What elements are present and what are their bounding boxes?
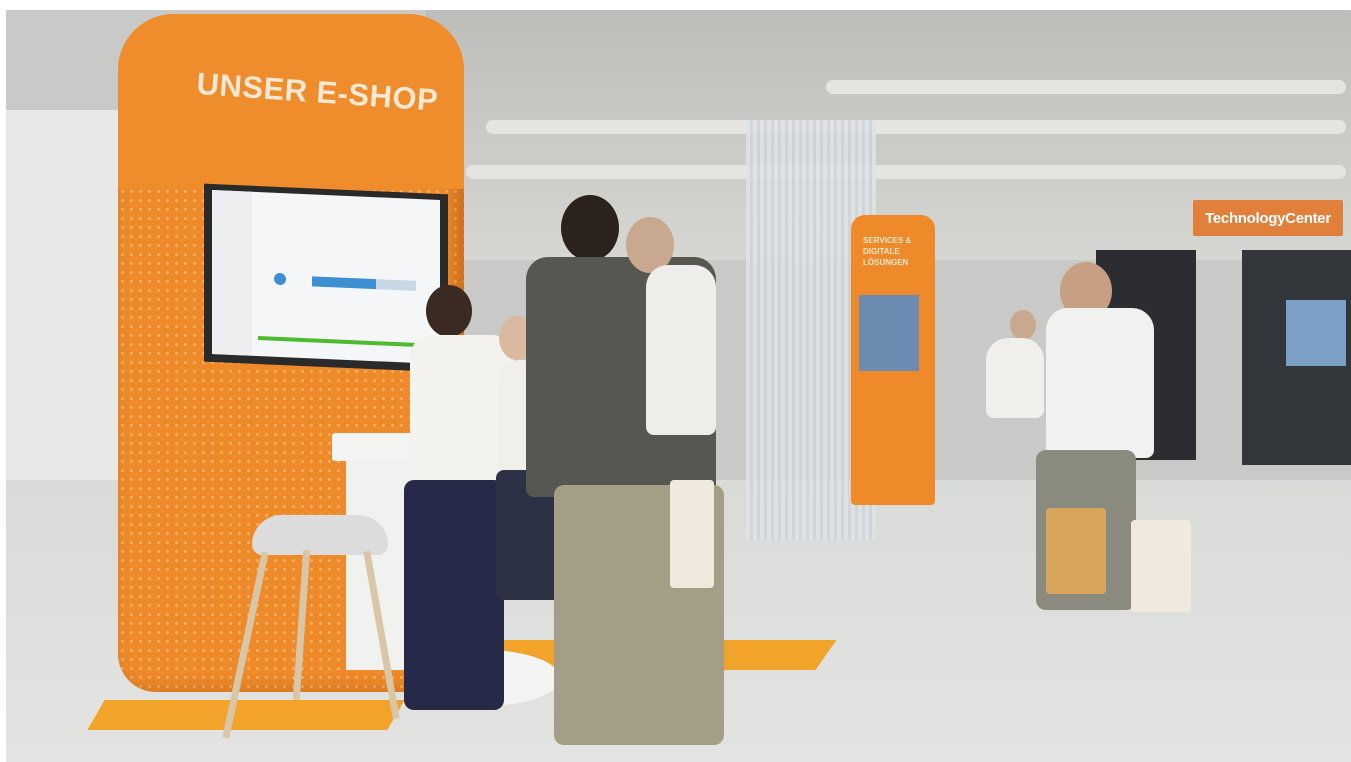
- head: [426, 285, 472, 337]
- torso: [646, 265, 716, 435]
- left-wall: [6, 110, 118, 510]
- technology-center-sign: TechnologyCenter: [1193, 200, 1343, 236]
- photo: SERVICES & DIGITALE LÖSUNGEN TechnologyCe…: [6, 10, 1351, 762]
- ceiling-duct: [486, 120, 1346, 134]
- screen-content: [212, 190, 440, 364]
- wall-screen: [1286, 300, 1346, 366]
- head: [1010, 310, 1036, 340]
- legs: [404, 480, 504, 710]
- booth-text: SERVICES & DIGITALE LÖSUNGEN: [863, 236, 912, 267]
- head: [561, 195, 619, 261]
- screen-sidebar: [212, 190, 252, 356]
- torso: [1046, 308, 1154, 458]
- technology-center-label: TechnologyCenter: [1205, 209, 1331, 227]
- ceiling-duct: [826, 80, 1346, 94]
- tote-bag: [1131, 520, 1191, 612]
- screen-progress-track: [376, 279, 416, 291]
- secondary-booth: SERVICES & DIGITALE LÖSUNGEN: [851, 215, 935, 505]
- screen-progress-fill: [312, 276, 376, 290]
- stool-seat: [252, 515, 388, 555]
- booth-screen: [859, 295, 919, 371]
- trade-fair-scene: SERVICES & DIGITALE LÖSUNGEN TechnologyCe…: [6, 10, 1351, 762]
- torso: [986, 338, 1044, 418]
- floor-stripe: [87, 700, 405, 730]
- ceiling-duct: [466, 165, 1346, 179]
- screen-dot: [274, 272, 286, 286]
- screen-green-line: [258, 336, 434, 348]
- tower-screen: [204, 183, 448, 373]
- tote-bag: [670, 480, 714, 588]
- shopping-bag: [1046, 508, 1106, 594]
